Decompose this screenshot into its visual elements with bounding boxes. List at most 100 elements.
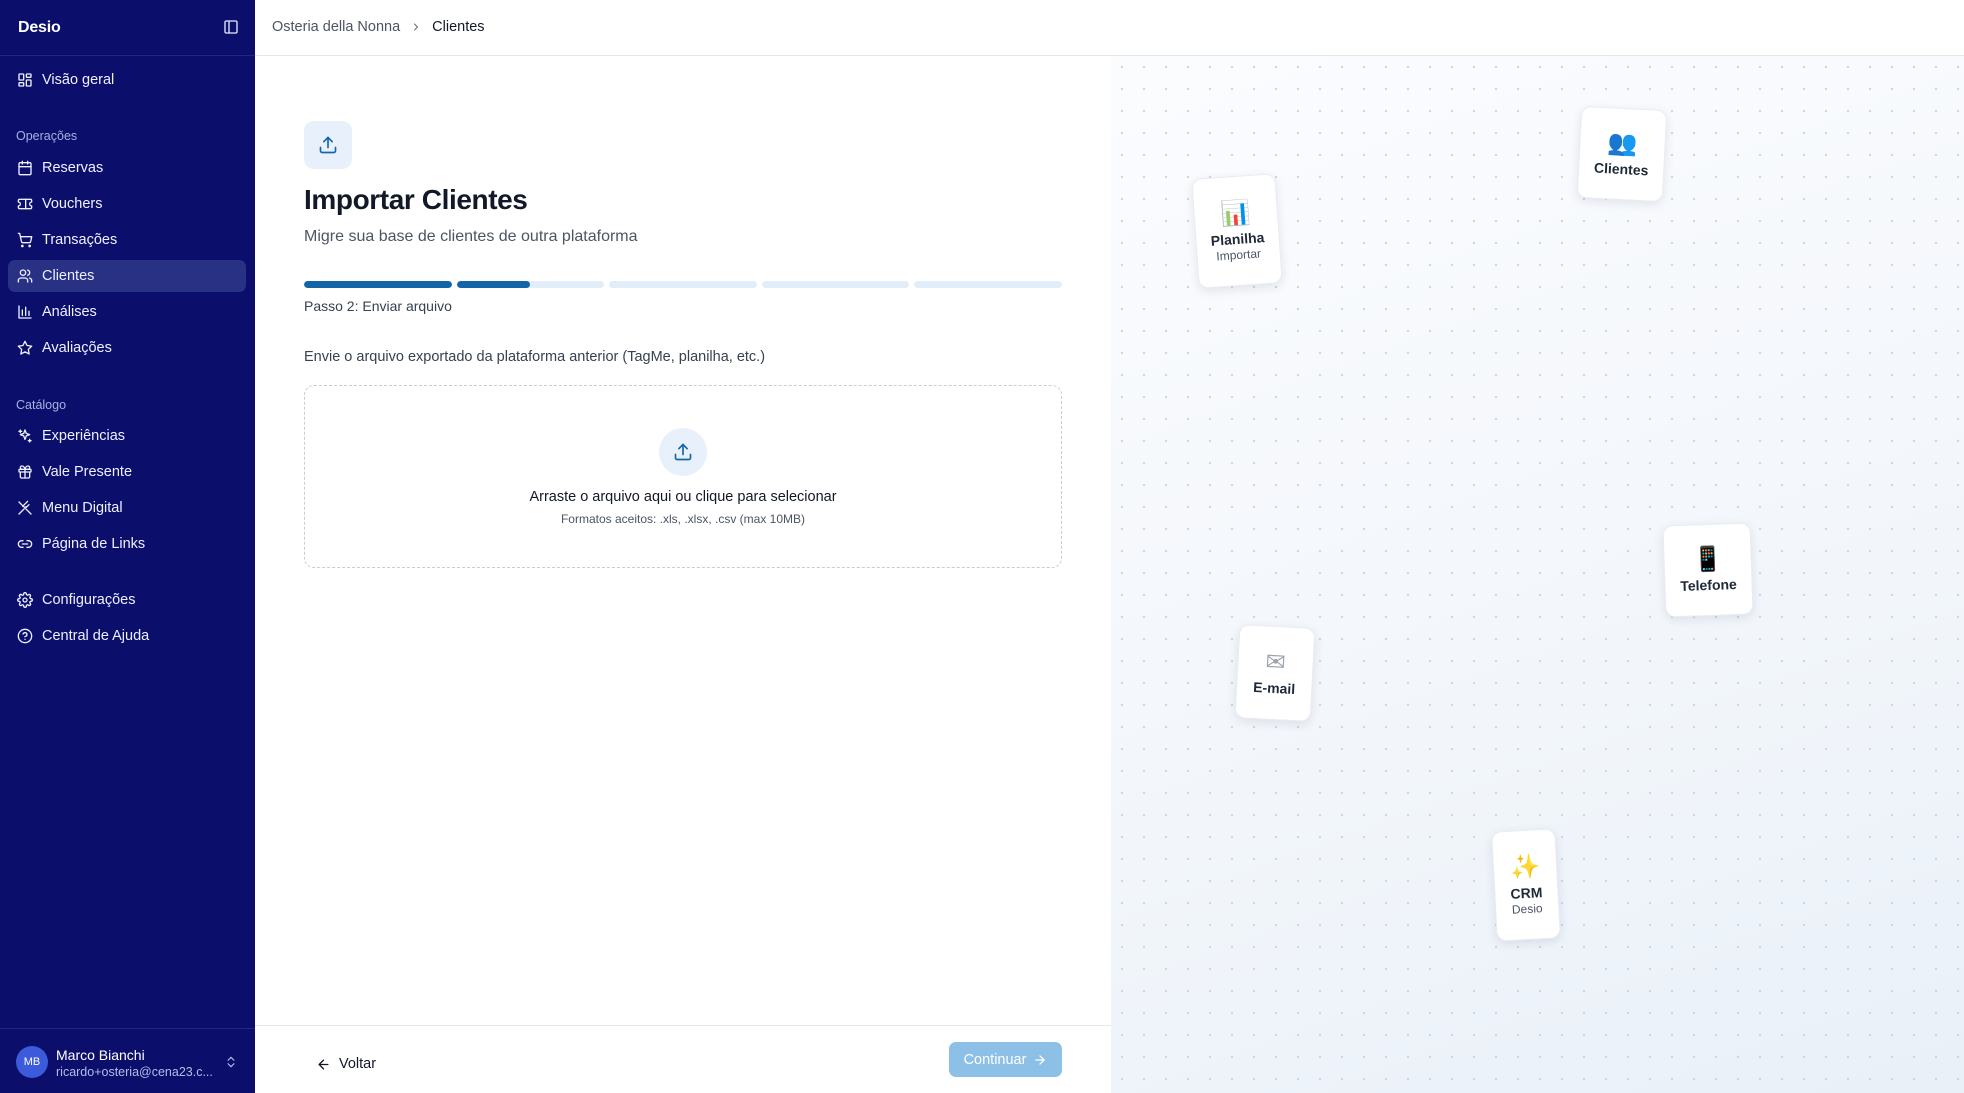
ticket-icon xyxy=(17,198,33,210)
sidebar-item-central-ajuda[interactable]: Central de Ajuda xyxy=(8,620,246,652)
back-button-label: Voltar xyxy=(339,1056,377,1072)
sidebar-item-label: Central de Ajuda xyxy=(42,628,150,644)
deco-card-label: Clientes xyxy=(1593,159,1649,179)
file-dropzone[interactable]: Arraste o arquivo aqui ou clique para se… xyxy=(304,385,1062,568)
deco-card-label: Telefone xyxy=(1679,576,1738,594)
shopping-cart-icon xyxy=(17,232,33,248)
sidebar: Desio Visão geral Operações Reservas Vou… xyxy=(0,0,255,1093)
progress-segment xyxy=(456,281,605,288)
breadcrumb: Osteria della Nonna Clientes xyxy=(272,19,485,35)
sidebar-item-clientes[interactable]: Clientes xyxy=(8,260,246,292)
users-emoji-icon: 👥 xyxy=(1606,128,1639,158)
sidebar-item-vale-presente[interactable]: Vale Presente xyxy=(8,456,246,488)
sidebar-divider xyxy=(0,55,255,56)
sidebar-item-vouchers[interactable]: Vouchers xyxy=(8,188,246,220)
sidebar-item-label: Menu Digital xyxy=(42,500,123,516)
brand-logo[interactable]: Desio xyxy=(18,17,61,39)
sidebar-item-configuracoes[interactable]: Configurações xyxy=(8,584,246,616)
sidebar-item-visao-geral[interactable]: Visão geral xyxy=(8,64,246,96)
import-wizard: Importar Clientes Migre sua base de clie… xyxy=(255,56,1111,1093)
chevrons-up-down-icon xyxy=(227,1056,235,1068)
breadcrumb-current: Clientes xyxy=(432,19,485,35)
top-header: Osteria della Nonna Clientes xyxy=(255,0,1964,56)
sidebar-item-label: Análises xyxy=(42,304,97,320)
deco-card-planilha: 📊 Planilha Importar xyxy=(1191,173,1283,289)
sidebar-item-label: Vouchers xyxy=(42,196,103,212)
users-icon xyxy=(17,269,33,283)
sidebar-item-reservas[interactable]: Reservas xyxy=(8,152,246,184)
breadcrumb-parent-link[interactable]: Osteria della Nonna xyxy=(272,19,400,35)
user-menu[interactable]: MB Marco Bianchi ricardo+osteria@cena23.… xyxy=(0,1028,255,1093)
sidebar-item-label: Visão geral xyxy=(42,72,115,88)
progress-segment xyxy=(914,281,1062,288)
page-subtitle: Migre sua base de clientes de outra plat… xyxy=(304,228,638,245)
continue-button[interactable]: Continuar xyxy=(949,1042,1062,1077)
sidebar-toggle-button[interactable] xyxy=(222,18,240,36)
user-email: ricardo+osteria@cena23.c... xyxy=(56,1065,213,1079)
progress-segment xyxy=(761,281,910,288)
arrow-left-icon xyxy=(318,1059,329,1069)
sidebar-item-menu-digital[interactable]: Menu Digital xyxy=(8,492,246,524)
deco-card-email: ✉ E-mail xyxy=(1234,624,1316,722)
continue-button-label: Continuar xyxy=(963,1051,1027,1068)
help-circle-icon xyxy=(17,628,33,644)
dropzone-title: Arraste o arquivo aqui ou clique para se… xyxy=(529,489,837,505)
page-title: Importar Clientes xyxy=(304,184,528,215)
section-label-operacoes: Operações xyxy=(16,129,78,143)
deco-card-sub: Desio xyxy=(1511,900,1543,917)
sidebar-item-transacoes[interactable]: Transações xyxy=(8,224,246,256)
link-icon xyxy=(17,540,33,548)
sidebar-item-label: Experiências xyxy=(42,428,126,444)
deco-card-label: CRM xyxy=(1510,883,1543,902)
sidebar-item-label: Clientes xyxy=(42,268,95,284)
sidebar-item-label: Reservas xyxy=(42,160,104,176)
sidebar-item-analises[interactable]: Análises xyxy=(8,296,246,328)
sparkles-emoji-icon: ✨ xyxy=(1509,851,1541,882)
deco-card-label: E-mail xyxy=(1252,678,1296,698)
sidebar-item-label: Página de Links xyxy=(42,536,146,552)
upload-instruction: Envie o arquivo exportado da plataforma … xyxy=(304,349,766,365)
gift-icon xyxy=(18,465,32,479)
progress-segment-fill xyxy=(456,281,531,288)
mobile-phone-icon: 📱 xyxy=(1692,544,1724,574)
sidebar-item-label: Vale Presente xyxy=(42,464,133,480)
step-label: Passo 2: Enviar arquivo xyxy=(304,298,452,314)
calendar-icon xyxy=(18,160,32,176)
upload-icon xyxy=(319,136,337,154)
deco-card-telefone: 📱 Telefone xyxy=(1662,522,1754,618)
avatar: MB xyxy=(16,1046,48,1078)
utensils-icon xyxy=(18,500,32,515)
dashboard-grid-icon xyxy=(18,73,32,87)
sidebar-item-label: Configurações xyxy=(42,592,136,608)
user-name: Marco Bianchi xyxy=(56,1047,145,1063)
spreadsheet-chart-icon: 📊 xyxy=(1219,197,1252,228)
arrow-right-icon xyxy=(1035,1054,1046,1065)
deco-card-sub: Importar xyxy=(1215,245,1262,263)
sidebar-item-label: Transações xyxy=(42,232,118,248)
deco-card-clientes: 👥 Clientes xyxy=(1576,105,1668,203)
section-label-catalogo: Catálogo xyxy=(16,398,67,412)
page-icon-badge xyxy=(304,121,352,169)
deco-card-crm: ✨ CRM Desio xyxy=(1491,828,1561,942)
sidebar-item-label: Avaliações xyxy=(42,340,112,356)
progress-segment-fill xyxy=(304,281,452,288)
back-button[interactable]: Voltar xyxy=(316,1050,376,1078)
chevron-right-icon xyxy=(414,23,419,31)
sidebar-item-avaliacoes[interactable]: Avaliações xyxy=(8,332,246,364)
progress-segment xyxy=(609,281,757,288)
upload-icon xyxy=(674,443,692,461)
sparkles-icon xyxy=(18,429,32,443)
dropzone-formats: Formatos aceitos: .xls, .xlsx, .csv (max… xyxy=(560,512,806,526)
progress-segment xyxy=(304,281,452,288)
app-name: Desio xyxy=(18,19,61,36)
decorative-illustration-panel: 📊 Planilha Importar 👥 Clientes 📱 Telefon… xyxy=(1111,56,1964,1093)
sidebar-item-pagina-links[interactable]: Página de Links xyxy=(8,528,246,560)
dropzone-icon-badge xyxy=(659,428,707,476)
sidebar-item-experiencias[interactable]: Experiências xyxy=(8,420,246,452)
footer-divider xyxy=(255,1025,1111,1026)
gear-icon xyxy=(17,592,33,608)
sidebar-panel-icon xyxy=(224,20,238,34)
step-progress-bar xyxy=(304,281,1062,288)
bar-chart-icon xyxy=(18,305,32,319)
envelope-icon: ✉ xyxy=(1264,647,1287,677)
